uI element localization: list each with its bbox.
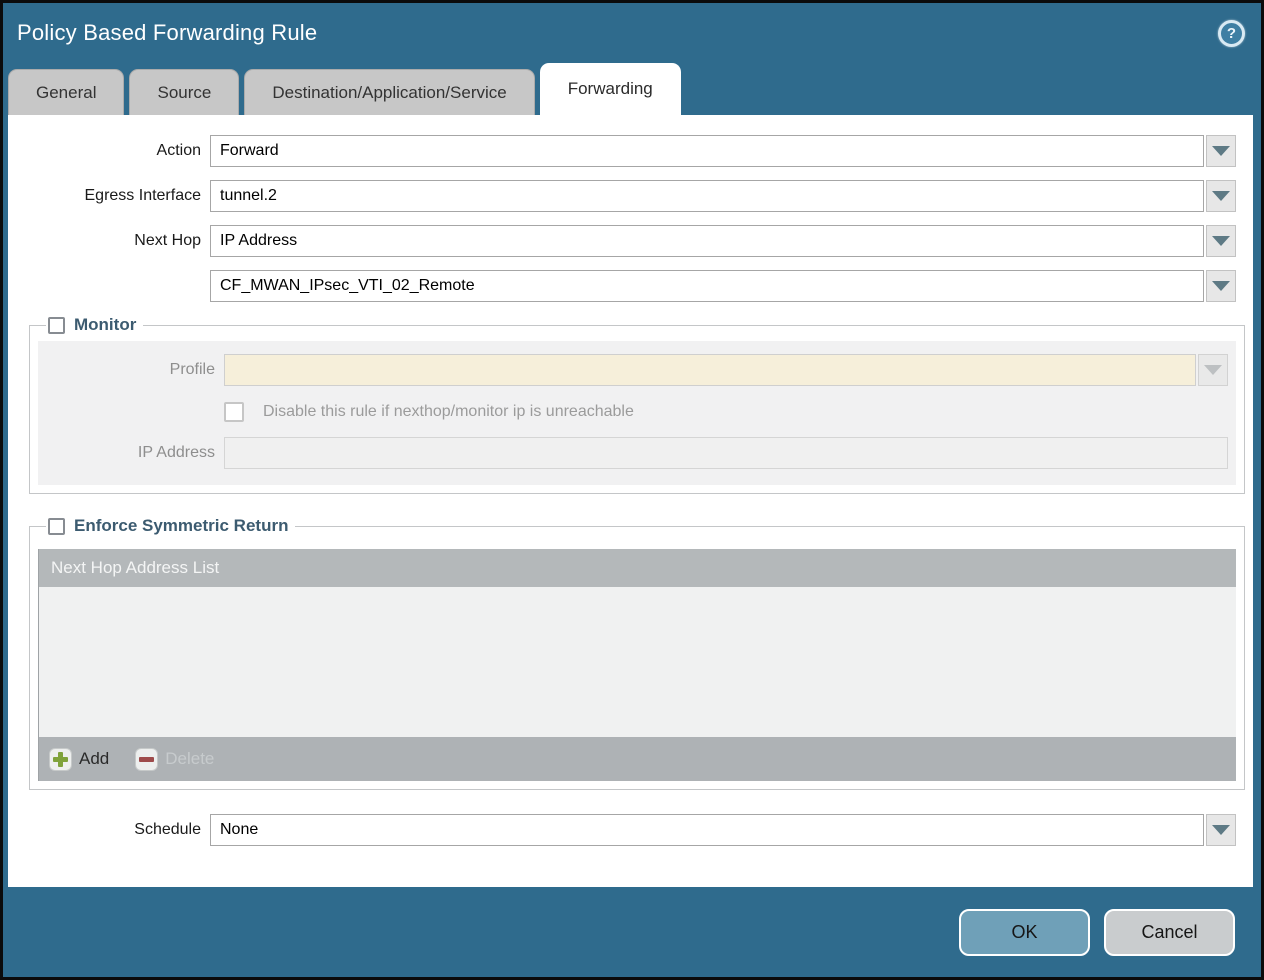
enforce-symmetric-return-legend: Enforce Symmetric Return	[46, 516, 295, 536]
ok-button[interactable]: OK	[959, 909, 1090, 956]
chevron-down-icon	[1212, 281, 1230, 291]
schedule-label: Schedule	[8, 821, 210, 839]
egress-interface-dropdown[interactable]: tunnel.2	[210, 180, 1236, 212]
cancel-button[interactable]: Cancel	[1104, 909, 1235, 956]
monitor-legend-label: Monitor	[74, 315, 136, 335]
tab-destination-application-service[interactable]: Destination/Application/Service	[244, 69, 534, 115]
egress-interface-dropdown-button[interactable]	[1206, 180, 1236, 212]
policy-based-forwarding-rule-dialog: Policy Based Forwarding Rule ? General S…	[0, 0, 1264, 980]
profile-label: Profile	[38, 361, 224, 379]
add-button-label: Add	[79, 749, 109, 769]
schedule-dropdown[interactable]: None	[210, 814, 1236, 846]
next-hop-row: Next Hop IP Address	[8, 225, 1253, 257]
dialog-title: Policy Based Forwarding Rule	[17, 20, 317, 46]
next-hop-address-dropdown[interactable]: CF_MWAN_IPsec_VTI_02_Remote	[210, 270, 1236, 302]
tab-source[interactable]: Source	[129, 69, 239, 115]
enforce-symmetric-return-fieldset: Enforce Symmetric Return Next Hop Addres…	[29, 516, 1245, 790]
tab-general[interactable]: General	[8, 69, 124, 115]
next-hop-address-value[interactable]: CF_MWAN_IPsec_VTI_02_Remote	[210, 270, 1204, 302]
monitor-fieldset: Monitor Profile Disable this rule if nex…	[29, 315, 1245, 494]
next-hop-address-list-toolbar: Add Delete	[39, 737, 1236, 781]
action-dropdown-button[interactable]	[1206, 135, 1236, 167]
egress-interface-label: Egress Interface	[8, 187, 210, 205]
enforce-symmetric-return-legend-label: Enforce Symmetric Return	[74, 516, 288, 536]
disable-rule-row: Disable this rule if nexthop/monitor ip …	[224, 398, 1236, 425]
action-value[interactable]: Forward	[210, 135, 1204, 167]
next-hop-type-value[interactable]: IP Address	[210, 225, 1204, 257]
profile-dropdown	[224, 354, 1228, 386]
forwarding-tab-panel: Action Forward Egress Interface tunnel.2…	[8, 115, 1253, 887]
next-hop-type-dropdown-button[interactable]	[1206, 225, 1236, 257]
profile-row: Profile	[38, 354, 1236, 386]
chevron-down-icon	[1212, 146, 1230, 156]
chevron-down-icon	[1212, 236, 1230, 246]
egress-interface-row: Egress Interface tunnel.2	[8, 180, 1253, 212]
titlebar: Policy Based Forwarding Rule ?	[3, 3, 1261, 63]
action-label: Action	[8, 142, 210, 160]
next-hop-address-list-header-label: Next Hop Address List	[51, 558, 219, 578]
next-hop-label: Next Hop	[8, 232, 210, 250]
next-hop-type-dropdown[interactable]: IP Address	[210, 225, 1236, 257]
monitor-ip-address-input	[224, 437, 1228, 469]
chevron-down-icon	[1212, 191, 1230, 201]
action-row: Action Forward	[8, 135, 1253, 167]
disable-rule-checkbox	[224, 402, 244, 422]
chevron-down-icon	[1204, 365, 1222, 375]
next-hop-address-list-body[interactable]	[39, 587, 1236, 737]
monitor-ip-address-label: IP Address	[38, 444, 224, 462]
next-hop-address-list-table: Next Hop Address List Add Delete	[38, 549, 1236, 781]
delete-button-label: Delete	[165, 749, 214, 769]
dialog-footer: OK Cancel	[3, 887, 1261, 977]
monitor-ip-address-row: IP Address	[38, 437, 1236, 469]
minus-icon	[135, 748, 158, 771]
egress-interface-value[interactable]: tunnel.2	[210, 180, 1204, 212]
schedule-row: Schedule None	[8, 814, 1253, 846]
tab-bar: General Source Destination/Application/S…	[3, 63, 1261, 115]
schedule-value[interactable]: None	[210, 814, 1204, 846]
plus-icon	[49, 748, 72, 771]
action-dropdown[interactable]: Forward	[210, 135, 1236, 167]
next-hop-address-row: CF_MWAN_IPsec_VTI_02_Remote	[8, 270, 1253, 302]
disable-rule-label: Disable this rule if nexthop/monitor ip …	[263, 403, 634, 421]
schedule-dropdown-button[interactable]	[1206, 814, 1236, 846]
profile-value	[224, 354, 1196, 386]
profile-dropdown-button	[1198, 354, 1228, 386]
help-icon[interactable]: ?	[1218, 20, 1245, 47]
tab-forwarding[interactable]: Forwarding	[540, 63, 681, 115]
delete-button: Delete	[135, 748, 214, 771]
add-button[interactable]: Add	[49, 748, 109, 771]
enforce-symmetric-return-checkbox[interactable]	[48, 518, 65, 535]
monitor-panel: Profile Disable this rule if nexthop/mon…	[38, 341, 1236, 485]
chevron-down-icon	[1212, 825, 1230, 835]
monitor-checkbox[interactable]	[48, 317, 65, 334]
next-hop-address-list-header: Next Hop Address List	[39, 549, 1236, 587]
monitor-legend: Monitor	[46, 315, 143, 335]
next-hop-address-dropdown-button[interactable]	[1206, 270, 1236, 302]
